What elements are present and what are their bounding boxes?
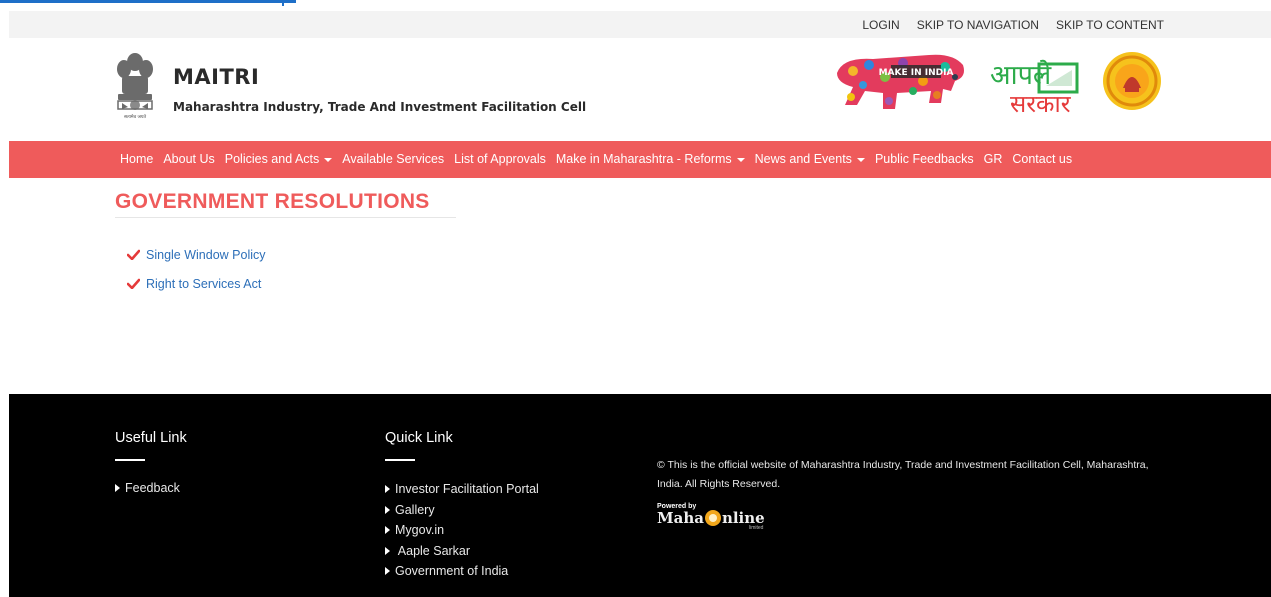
footer-divider <box>385 459 415 461</box>
nav-item-home[interactable]: Home <box>115 141 158 178</box>
nav-items: Home About Us Policies and Acts Availabl… <box>115 141 1077 178</box>
triangle-right-icon <box>385 567 390 576</box>
gr-link-right-to-services-act[interactable]: Right to Services Act <box>146 277 261 291</box>
footer-quick-list: Investor Facilitation Portal Gallery Myg… <box>385 479 539 582</box>
powered-by-mahaonline[interactable]: Powered by Maha nline limited <box>657 503 787 541</box>
footer-heading-quick: Quick Link <box>385 430 453 446</box>
nav-label: Policies and Acts <box>224 152 320 166</box>
mahaonline-logo-left: Maha <box>657 509 704 527</box>
mahaonline-logo: Maha nline <box>657 510 787 526</box>
emblem-caption: सत्यमेव जयते <box>124 113 147 120</box>
list-item: Right to Services Act <box>115 269 456 298</box>
site-subtitle: Maharashtra Industry, Trade And Investme… <box>173 100 587 114</box>
caret-down-icon <box>856 158 865 162</box>
skip-to-content-link[interactable]: SKIP TO CONTENT <box>1056 18 1164 32</box>
footer-link-gallery[interactable]: Gallery <box>385 500 539 521</box>
nav-item-make-in-maharashtra-reforms[interactable]: Make in Maharashtra - Reforms <box>551 141 750 178</box>
top-utility-links: LOGIN SKIP TO NAVIGATION SKIP TO CONTENT <box>862 18 1164 32</box>
footer-link-label: Gallery <box>395 502 435 517</box>
site-header: सत्यमेव जयते MAITRI Maharashtra Industry… <box>9 38 1271 141</box>
page-load-progress-bar <box>0 0 296 3</box>
nav-label: Contact us <box>1012 152 1073 166</box>
footer-heading-useful: Useful Link <box>115 430 187 446</box>
footer-divider <box>115 459 145 461</box>
mahaonline-limited: limited <box>749 525 764 531</box>
nav-label: GR <box>983 152 1003 166</box>
aaple-sarkar-logo[interactable]: आपले सरकार <box>976 50 1098 116</box>
list-item: Single Window Policy <box>115 240 456 269</box>
gr-link-single-window-policy[interactable]: Single Window Policy <box>146 248 266 262</box>
triangle-right-icon <box>385 505 390 514</box>
caret-down-icon <box>324 158 333 162</box>
triangle-right-icon <box>385 526 390 535</box>
gr-list: Single Window Policy Right to Services A… <box>115 240 456 298</box>
caret-down-icon <box>736 158 745 162</box>
main-navigation: Home About Us Policies and Acts Availabl… <box>9 141 1271 178</box>
footer-link-label: Mygov.in <box>395 523 445 538</box>
footer-link-investor-facilitation-portal[interactable]: Investor Facilitation Portal <box>385 479 539 500</box>
footer-useful-list: Feedback <box>115 477 187 498</box>
nav-item-gr[interactable]: GR <box>979 141 1008 178</box>
nav-item-list-of-approvals[interactable]: List of Approvals <box>449 141 551 178</box>
site-footer: Useful Link Feedback Quick Link Investor… <box>9 394 1271 597</box>
main-content: GOVERNMENT RESOLUTIONS Single Window Pol… <box>115 190 456 298</box>
footer-link-label: Aaple Sarkar <box>395 543 471 558</box>
nav-item-public-feedbacks[interactable]: Public Feedbacks <box>870 141 979 178</box>
top-utility-bar: LOGIN SKIP TO NAVIGATION SKIP TO CONTENT <box>9 11 1271 38</box>
nav-item-news-and-events[interactable]: News and Events <box>750 141 870 178</box>
national-emblem-icon: सत्यमेव जयते <box>117 53 153 120</box>
check-icon <box>127 278 140 289</box>
footer-link-mygov[interactable]: Mygov.in <box>385 520 539 541</box>
page: LOGIN SKIP TO NAVIGATION SKIP TO CONTENT… <box>0 0 1271 597</box>
aaple-sarkar-text-bottom: सरकार <box>1010 90 1072 116</box>
nav-item-about-us[interactable]: About Us <box>158 141 219 178</box>
footer-link-label: Investor Facilitation Portal <box>395 482 539 497</box>
nav-item-available-services[interactable]: Available Services <box>337 141 449 178</box>
make-in-india-logo[interactable]: MAKE IN INDIA <box>833 51 969 113</box>
mahaonline-circle-icon <box>704 510 721 526</box>
page-load-progress-tick <box>282 0 284 6</box>
triangle-right-icon <box>385 546 390 555</box>
nav-item-contact-us[interactable]: Contact us <box>1007 141 1077 178</box>
footer-useful-links: Useful Link Feedback <box>115 430 187 498</box>
footer-link-label: Feedback <box>125 480 180 495</box>
nav-label: Make in Maharashtra - Reforms <box>555 152 732 166</box>
copyright-text: © This is the official website of Mahara… <box>657 459 1149 490</box>
maharashtra-seal-logo[interactable] <box>1101 50 1163 112</box>
triangle-right-icon <box>115 483 120 492</box>
nav-item-policies-and-acts[interactable]: Policies and Acts <box>220 141 338 178</box>
footer-quick-links: Quick Link Investor Facilitation Portal … <box>385 430 539 582</box>
footer-link-government-of-india[interactable]: Government of India <box>385 561 539 582</box>
nav-label: News and Events <box>754 152 852 166</box>
skip-to-navigation-link[interactable]: SKIP TO NAVIGATION <box>917 18 1039 32</box>
login-link[interactable]: LOGIN <box>862 18 899 32</box>
nav-label: Public Feedbacks <box>874 152 974 166</box>
nav-label: Home <box>120 152 154 166</box>
footer-link-feedback[interactable]: Feedback <box>115 477 187 498</box>
site-title[interactable]: MAITRI <box>173 65 259 89</box>
page-title: GOVERNMENT RESOLUTIONS <box>115 190 456 218</box>
triangle-right-icon <box>385 485 390 494</box>
nav-label: List of Approvals <box>454 152 546 166</box>
mahaonline-logo-right: nline <box>721 509 765 527</box>
make-in-india-text: MAKE IN INDIA <box>879 68 954 78</box>
nav-label: About Us <box>163 152 215 166</box>
footer-link-aaple-sarkar[interactable]: Aaple Sarkar <box>385 541 539 562</box>
footer-link-label: Government of India <box>395 564 509 579</box>
check-icon <box>127 249 140 260</box>
nav-label: Available Services <box>342 152 445 166</box>
